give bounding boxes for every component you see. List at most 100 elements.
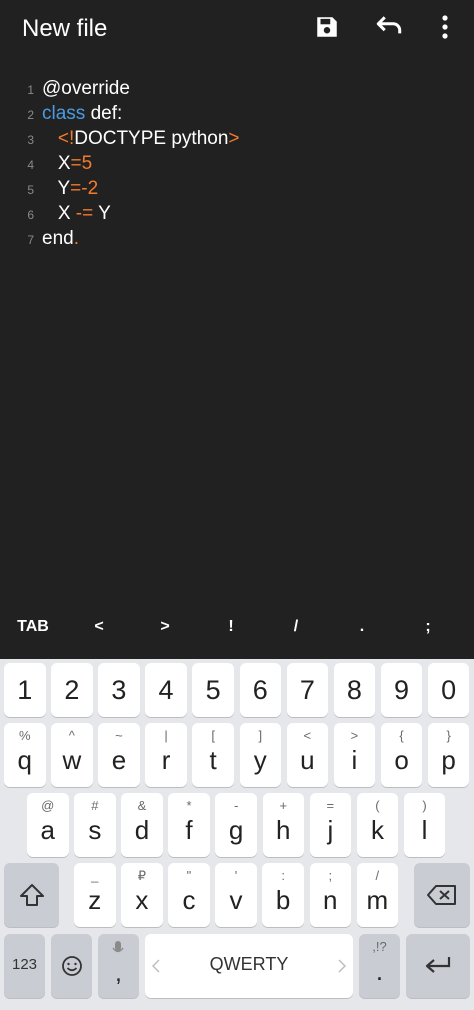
letter-key-o[interactable]: {o [380, 723, 423, 787]
accessory-key[interactable]: / [276, 618, 316, 636]
key-label: 3 [111, 675, 127, 705]
letter-key-m[interactable]: / m [356, 863, 399, 927]
backspace-icon [414, 863, 470, 927]
code-token: <! [57, 128, 75, 149]
number-key[interactable]: 8 [333, 663, 376, 717]
tab-key[interactable]: TAB [13, 618, 53, 636]
letter-key-p[interactable]: } p [427, 723, 470, 787]
key-label: 7 [299, 675, 315, 705]
key-label: g [228, 815, 244, 845]
shift-icon [4, 863, 59, 927]
key-secondary-label: ( [375, 798, 380, 813]
key-label: 5 [205, 675, 221, 705]
key-label: x [135, 885, 149, 915]
code-line[interactable]: 6 X -= Y [0, 201, 474, 226]
code-editor[interactable]: 1 @override 2 class def: 3 <!DOCTYPE python>… [0, 70, 474, 600]
letter-key-j[interactable]: = j [309, 793, 352, 857]
enter-key[interactable] [406, 934, 470, 998]
key-label: k [370, 815, 384, 845]
letter-key-t[interactable]: [t [192, 723, 234, 787]
backspace-key[interactable] [414, 863, 470, 927]
key-label: t [209, 745, 217, 775]
key-label: 1 [17, 675, 33, 705]
letter-key-w[interactable]: ^ w [51, 723, 93, 787]
letter-key-y[interactable]: ] y [239, 723, 281, 787]
accessory-key[interactable]: < [79, 618, 119, 636]
number-key[interactable]: 5 [192, 663, 234, 717]
app-bar: New file [0, 0, 474, 58]
emoji-key[interactable] [51, 934, 92, 998]
letter-key-c[interactable]: " c [168, 863, 210, 927]
code-line[interactable]: 1 @override [0, 76, 474, 101]
key-secondary-label: } [446, 728, 451, 743]
key-secondary-label: & [137, 798, 147, 813]
letter-key-a[interactable]: @ a [27, 793, 69, 857]
letter-key-s[interactable]: # s [74, 793, 116, 857]
accessory-key[interactable]: > [145, 618, 185, 636]
code-line[interactable]: 7 end. [0, 226, 474, 251]
key-label: h [276, 815, 291, 845]
letter-key-d[interactable]: & d [121, 793, 163, 857]
letter-key-i[interactable]: > i [333, 723, 376, 787]
code-line[interactable]: 2 class def: [0, 101, 474, 126]
comma-key-label: , [115, 960, 122, 987]
key-label: b [275, 885, 291, 915]
key-label: o [394, 745, 409, 775]
letter-key-x[interactable]: ₽ x [121, 863, 163, 927]
key-label: u [300, 745, 315, 775]
key-label: s [88, 815, 102, 845]
letter-key-l[interactable]: ) l [403, 793, 446, 857]
key-secondary-label: % [18, 728, 31, 743]
letter-key-b[interactable]: :b [262, 863, 304, 927]
letter-key-g[interactable]: -g [215, 793, 257, 857]
code-line[interactable]: 4 X=5 [0, 151, 474, 176]
space-bar[interactable]: QWERTY [145, 934, 353, 998]
key-label: w [62, 745, 82, 775]
more-vert-icon[interactable] [430, 12, 460, 42]
code-text: @override [42, 76, 130, 101]
letter-key-z[interactable]: _ z [74, 863, 116, 927]
key-label: a [40, 815, 55, 845]
letter-key-e[interactable]: ~ e [98, 723, 140, 787]
number-key[interactable]: 2 [51, 663, 93, 717]
number-key[interactable]: 9 [380, 663, 423, 717]
number-key[interactable]: 4 [145, 663, 187, 717]
letter-key-v[interactable]: ' v [215, 863, 257, 927]
key-label: n [323, 885, 338, 915]
code-token: X [42, 203, 76, 224]
space-bar-label: QWERTY [209, 954, 289, 974]
key-secondary-label: { [399, 728, 404, 743]
symbols-key[interactable]: 123 [4, 934, 45, 998]
number-key[interactable]: 3 [98, 663, 140, 717]
code-token: =5 [70, 153, 93, 174]
accessory-key[interactable]: ; [408, 618, 448, 636]
key-label: l [421, 815, 428, 845]
key-label: m [366, 885, 389, 915]
accessory-key[interactable]: . [342, 618, 382, 636]
letter-key-n[interactable]: ; n [309, 863, 351, 927]
code-line[interactable]: 5 Y=-2 [0, 176, 474, 201]
letter-key-k[interactable]: (k [356, 793, 399, 857]
code-line[interactable]: 3 <!DOCTYPE python> [0, 126, 474, 151]
accessory-key[interactable]: ! [211, 618, 251, 636]
number-key[interactable]: 1 [4, 663, 46, 717]
letter-key-f[interactable]: * f [168, 793, 210, 857]
number-key[interactable]: 7 [286, 663, 329, 717]
letter-key-r[interactable]: | r [145, 723, 187, 787]
period-key[interactable]: ,!?. [359, 934, 400, 998]
shift-key[interactable] [4, 863, 59, 927]
undo-icon[interactable] [374, 12, 404, 42]
key-label: i [351, 745, 358, 775]
key-label: 8 [346, 675, 362, 705]
letter-key-q[interactable]: % q [4, 723, 46, 787]
comma-key[interactable]: , [98, 934, 139, 998]
letter-key-u[interactable]: < u [286, 723, 329, 787]
number-key[interactable]: 6 [239, 663, 281, 717]
key-secondary-label: < [303, 728, 312, 743]
number-key[interactable]: 0 [427, 663, 470, 717]
letter-key-h[interactable]: + h [262, 793, 304, 857]
save-icon[interactable] [312, 12, 342, 42]
line-number: 7 [27, 233, 34, 247]
code-token: end [42, 228, 74, 249]
key-label: c [182, 885, 196, 915]
